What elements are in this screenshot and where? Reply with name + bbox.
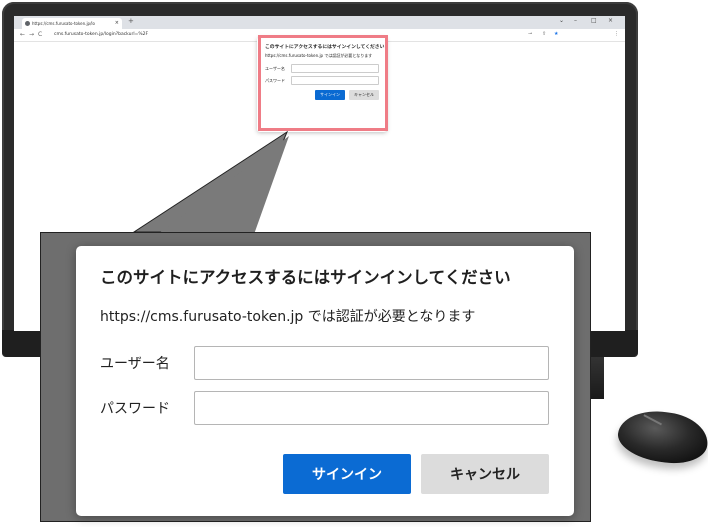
dialog-message: https://cms.furusato-token.jp では認証が必要となり… bbox=[100, 309, 476, 325]
dialog-title: このサイトにアクセスするにはサインインしてください bbox=[100, 268, 511, 287]
username-row: ユーザー名 bbox=[100, 346, 550, 380]
password-row: パスワード bbox=[100, 391, 550, 425]
password-field[interactable] bbox=[194, 391, 549, 425]
cancel-button[interactable]: キャンセル bbox=[421, 454, 549, 494]
password-label: パスワード bbox=[100, 401, 170, 417]
mouse-button-seam bbox=[643, 414, 662, 426]
signin-dialog: このサイトにアクセスするにはサインインしてください https://cms.fu… bbox=[76, 246, 574, 516]
signin-button[interactable]: サインイン bbox=[283, 454, 411, 494]
username-field[interactable] bbox=[194, 346, 549, 380]
username-label: ユーザー名 bbox=[100, 356, 170, 372]
dialog-buttons: サインイン キャンセル bbox=[283, 454, 549, 494]
